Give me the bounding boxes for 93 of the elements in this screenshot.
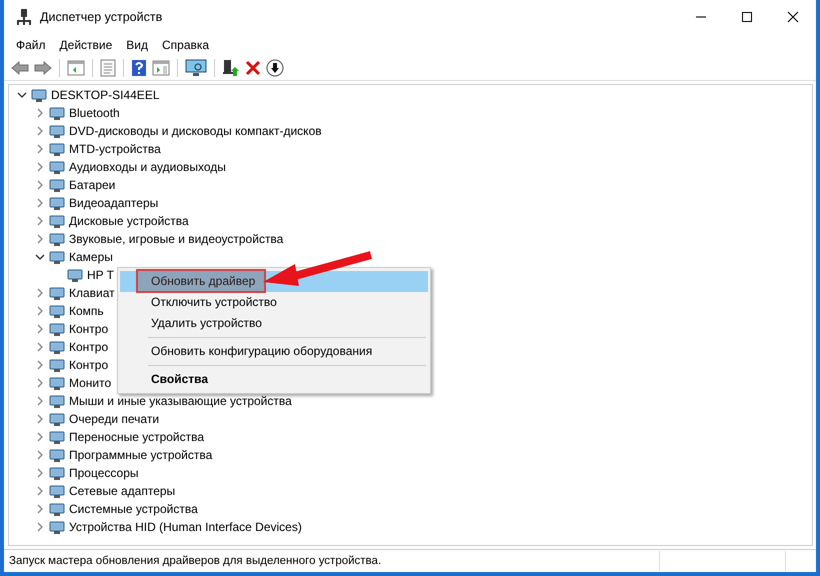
collapsed-icon[interactable] xyxy=(35,450,45,460)
help-button[interactable] xyxy=(130,57,148,79)
device-icon xyxy=(49,519,65,535)
device-icon xyxy=(49,501,65,517)
device-icon xyxy=(31,87,47,103)
collapsed-icon[interactable] xyxy=(35,486,45,496)
device-icon xyxy=(67,267,83,283)
tree-item[interactable]: Компь xyxy=(69,304,104,318)
device-icon xyxy=(49,393,65,409)
menu-item[interactable]: Файл xyxy=(16,38,46,52)
device-icon xyxy=(49,447,65,463)
menu-item[interactable]: Действие xyxy=(60,38,112,52)
tree-item[interactable]: DESKTOP-SI44EEL xyxy=(51,88,160,102)
monitor-search-icon[interactable] xyxy=(184,57,208,79)
device-icon xyxy=(49,177,65,193)
menu-item[interactable]: Обновить драйвер xyxy=(120,271,428,292)
collapsed-icon[interactable] xyxy=(35,180,45,190)
tree-item[interactable]: Сетевые адаптеры xyxy=(69,484,176,498)
device-icon xyxy=(49,231,65,247)
menu-item[interactable]: Отключить устройство xyxy=(120,292,428,313)
tree-item[interactable]: MTD-устройства xyxy=(69,142,161,156)
device-icon xyxy=(49,321,65,337)
tree-item[interactable]: Контро xyxy=(69,340,108,354)
device-icon xyxy=(49,123,65,139)
collapsed-icon[interactable] xyxy=(35,162,45,172)
update-driver-button[interactable] xyxy=(221,57,241,79)
collapsed-icon[interactable] xyxy=(35,360,45,370)
device-icon xyxy=(49,141,65,157)
tree-item[interactable]: Аудиовходы и аудиовыходы xyxy=(69,160,226,174)
tree-item[interactable]: Bluetooth xyxy=(69,106,120,120)
collapsed-icon[interactable] xyxy=(35,288,45,298)
device-icon xyxy=(49,195,65,211)
device-icon xyxy=(49,411,65,427)
computer-icon xyxy=(16,9,32,25)
tree-item[interactable]: Батареи xyxy=(69,178,116,192)
tree-item[interactable]: Контро xyxy=(69,322,108,336)
tree-item[interactable]: Дисковые устройства xyxy=(69,214,189,228)
device-icon xyxy=(49,105,65,121)
tree-item[interactable]: Мыши и иные указывающие устройства xyxy=(69,394,292,408)
tree-item[interactable]: HP T xyxy=(87,268,114,282)
collapsed-icon[interactable] xyxy=(35,126,45,136)
collapsed-icon[interactable] xyxy=(35,414,45,424)
expanded-icon[interactable] xyxy=(35,252,45,262)
device-icon xyxy=(49,429,65,445)
tree-item[interactable]: Звуковые, игровые и видеоустройства xyxy=(69,232,284,246)
device-icon xyxy=(49,375,65,391)
menu-item[interactable]: Обновить конфигурацию оборудования xyxy=(120,341,428,362)
device-icon xyxy=(49,357,65,373)
window-title: Диспетчер устройств xyxy=(40,10,162,24)
menu-item[interactable]: Свойства xyxy=(120,369,428,390)
maximize-icon xyxy=(741,11,753,23)
collapsed-icon[interactable] xyxy=(35,468,45,478)
device-icon xyxy=(49,303,65,319)
device-icon xyxy=(49,249,65,265)
device-icon xyxy=(49,285,65,301)
close-icon xyxy=(787,11,799,23)
collapsed-icon[interactable] xyxy=(35,396,45,406)
collapsed-icon[interactable] xyxy=(35,342,45,352)
tree-item[interactable]: Системные устройства xyxy=(69,502,198,516)
device-icon xyxy=(49,339,65,355)
tree-item[interactable]: Камеры xyxy=(69,250,113,264)
device-icon xyxy=(49,159,65,175)
tree-item[interactable]: Контро xyxy=(69,358,108,372)
collapsed-icon[interactable] xyxy=(35,378,45,388)
device-icon xyxy=(49,483,65,499)
expanded-icon[interactable] xyxy=(17,90,27,100)
tree-item[interactable]: Очереди печати xyxy=(69,412,160,426)
tree-item[interactable]: Процессоры xyxy=(69,466,138,480)
menu-item[interactable]: Вид xyxy=(126,38,148,52)
collapsed-icon[interactable] xyxy=(35,216,45,226)
collapsed-icon[interactable] xyxy=(35,198,45,208)
tree-item[interactable]: Видеоадаптеры xyxy=(69,196,158,210)
menu-item[interactable]: Справка xyxy=(162,38,210,52)
document-icon[interactable] xyxy=(99,57,117,79)
tree-item[interactable]: DVD-дисководы и дисководы компакт-дисков xyxy=(69,124,322,138)
collapsed-icon[interactable] xyxy=(35,144,45,154)
tree-item[interactable]: Клавиат xyxy=(69,286,115,300)
tree-item[interactable]: Монито xyxy=(69,376,112,390)
collapsed-icon[interactable] xyxy=(35,234,45,244)
device-icon xyxy=(49,465,65,481)
collapsed-icon[interactable] xyxy=(35,504,45,514)
menu-item[interactable]: Удалить устройство xyxy=(120,313,428,334)
collapsed-icon[interactable] xyxy=(35,306,45,316)
collapsed-icon[interactable] xyxy=(35,324,45,334)
status-text: Запуск мастера обновления драйверов для выделенного устройства. xyxy=(9,555,382,567)
device-icon xyxy=(49,213,65,229)
collapsed-icon[interactable] xyxy=(35,432,45,442)
tree-item[interactable]: Программные устройства xyxy=(69,448,212,462)
collapsed-icon[interactable] xyxy=(35,522,45,532)
tree-item[interactable]: Переносные устройства xyxy=(69,430,204,444)
tree-item[interactable]: Устройства HID (Human Interface Devices) xyxy=(69,520,302,534)
download-button[interactable] xyxy=(265,57,285,79)
collapsed-icon[interactable] xyxy=(35,108,45,118)
